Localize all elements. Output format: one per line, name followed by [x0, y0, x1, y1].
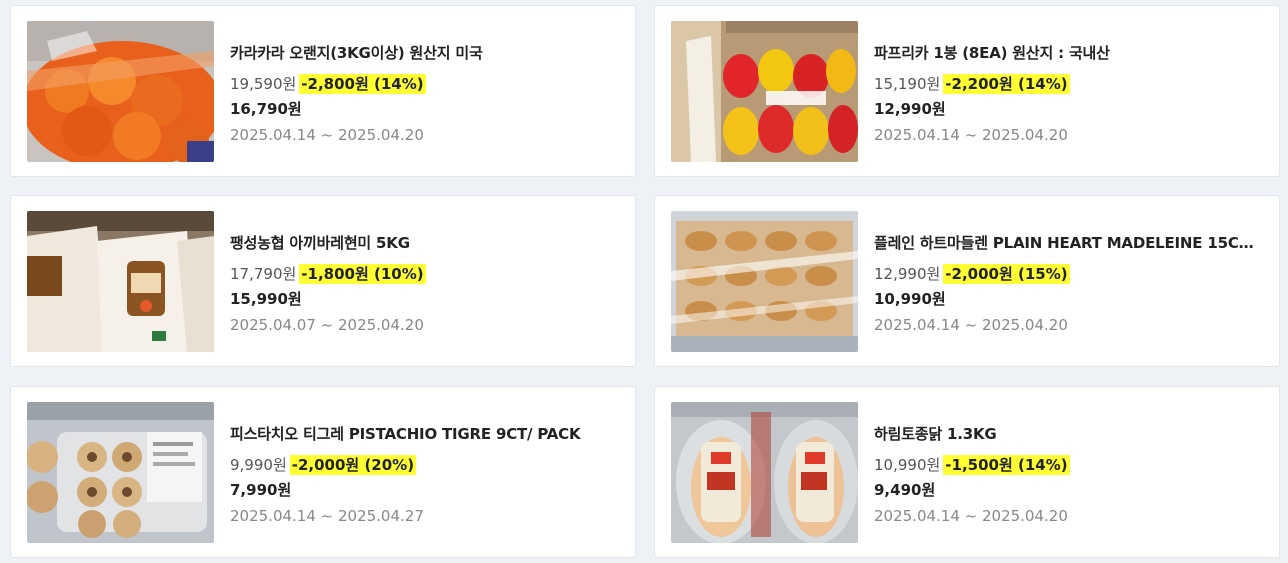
- orange-bag-photo: [27, 21, 214, 162]
- sale-period: 2025.04.14 ~ 2025.04.20: [874, 507, 1068, 525]
- original-price: 10,990원: [874, 456, 941, 474]
- sale-price: 16,790원: [230, 100, 302, 118]
- discount-badge: -2,800원 (14%): [299, 74, 426, 94]
- original-price: 19,590원: [230, 75, 297, 93]
- sale-price: 15,990원: [230, 290, 302, 308]
- original-price: 17,790원: [230, 265, 297, 283]
- pistachio-tigre-photo: [27, 402, 214, 543]
- sale-price: 9,490원: [874, 481, 936, 499]
- discount-badge: -1,800원 (10%): [299, 264, 426, 284]
- sale-period: 2025.04.14 ~ 2025.04.20: [230, 126, 424, 144]
- product-card[interactable]: 카라카라 오랜지(3KG이상) 원산지 미국 19,590원 -2,800원 (1…: [10, 5, 636, 177]
- product-name: 카라카라 오랜지(3KG이상) 원산지 미국: [230, 44, 483, 62]
- product-card[interactable]: 피스타치오 티그레 PISTACHIO TIGRE 9CT/ PACK 9,99…: [10, 386, 636, 558]
- discount-badge: -1,500원 (14%): [943, 455, 1070, 475]
- sale-price: 12,990원: [874, 100, 946, 118]
- product-name: 피스타치오 티그레 PISTACHIO TIGRE 9CT/ PACK: [230, 425, 581, 443]
- sale-period: 2025.04.14 ~ 2025.04.20: [874, 126, 1068, 144]
- product-name: 하림토종닭 1.3KG: [874, 425, 997, 443]
- product-card[interactable]: 하림토종닭 1.3KG 10,990원 -1,500원 (14%) 9,490원 …: [654, 386, 1280, 558]
- madeleine-box-photo: [671, 211, 858, 352]
- discount-badge: -2,000원 (20%): [289, 455, 417, 475]
- product-card[interactable]: 팽성농협 아끼바레현미 5KG 17,790원 -1,800원 (10%) 15,…: [10, 195, 636, 367]
- sale-period: 2025.04.14 ~ 2025.04.27: [230, 507, 424, 525]
- sale-price: 7,990원: [230, 481, 292, 499]
- product-name: 파프리카 1봉 (8EA) 원산지 : 국내산: [874, 44, 1110, 62]
- sale-price: 10,990원: [874, 290, 946, 308]
- product-card[interactable]: 플레인 하트마들렌 PLAIN HEART MADELEINE 15C… 12,…: [654, 195, 1280, 367]
- original-price: 15,190원: [874, 75, 941, 93]
- sale-period: 2025.04.07 ~ 2025.04.20: [230, 316, 424, 334]
- original-price: 9,990원: [230, 456, 287, 474]
- original-price: 12,990원: [874, 265, 941, 283]
- whole-chicken-photo: [671, 402, 858, 543]
- product-name: 플레인 하트마들렌 PLAIN HEART MADELEINE 15C…: [874, 234, 1254, 252]
- product-grid: 카라카라 오랜지(3KG이상) 원산지 미국 19,590원 -2,800원 (1…: [0, 0, 1288, 563]
- product-card[interactable]: 파프리카 1봉 (8EA) 원산지 : 국내산 15,190원 -2,200원 (…: [654, 5, 1280, 177]
- paprika-pack-photo: [671, 21, 858, 162]
- discount-badge: -2,200원 (14%): [943, 74, 1070, 94]
- rice-bag-photo: [27, 211, 214, 352]
- product-name: 팽성농협 아끼바레현미 5KG: [230, 234, 410, 252]
- sale-period: 2025.04.14 ~ 2025.04.20: [874, 316, 1068, 334]
- discount-badge: -2,000원 (15%): [943, 264, 1070, 284]
